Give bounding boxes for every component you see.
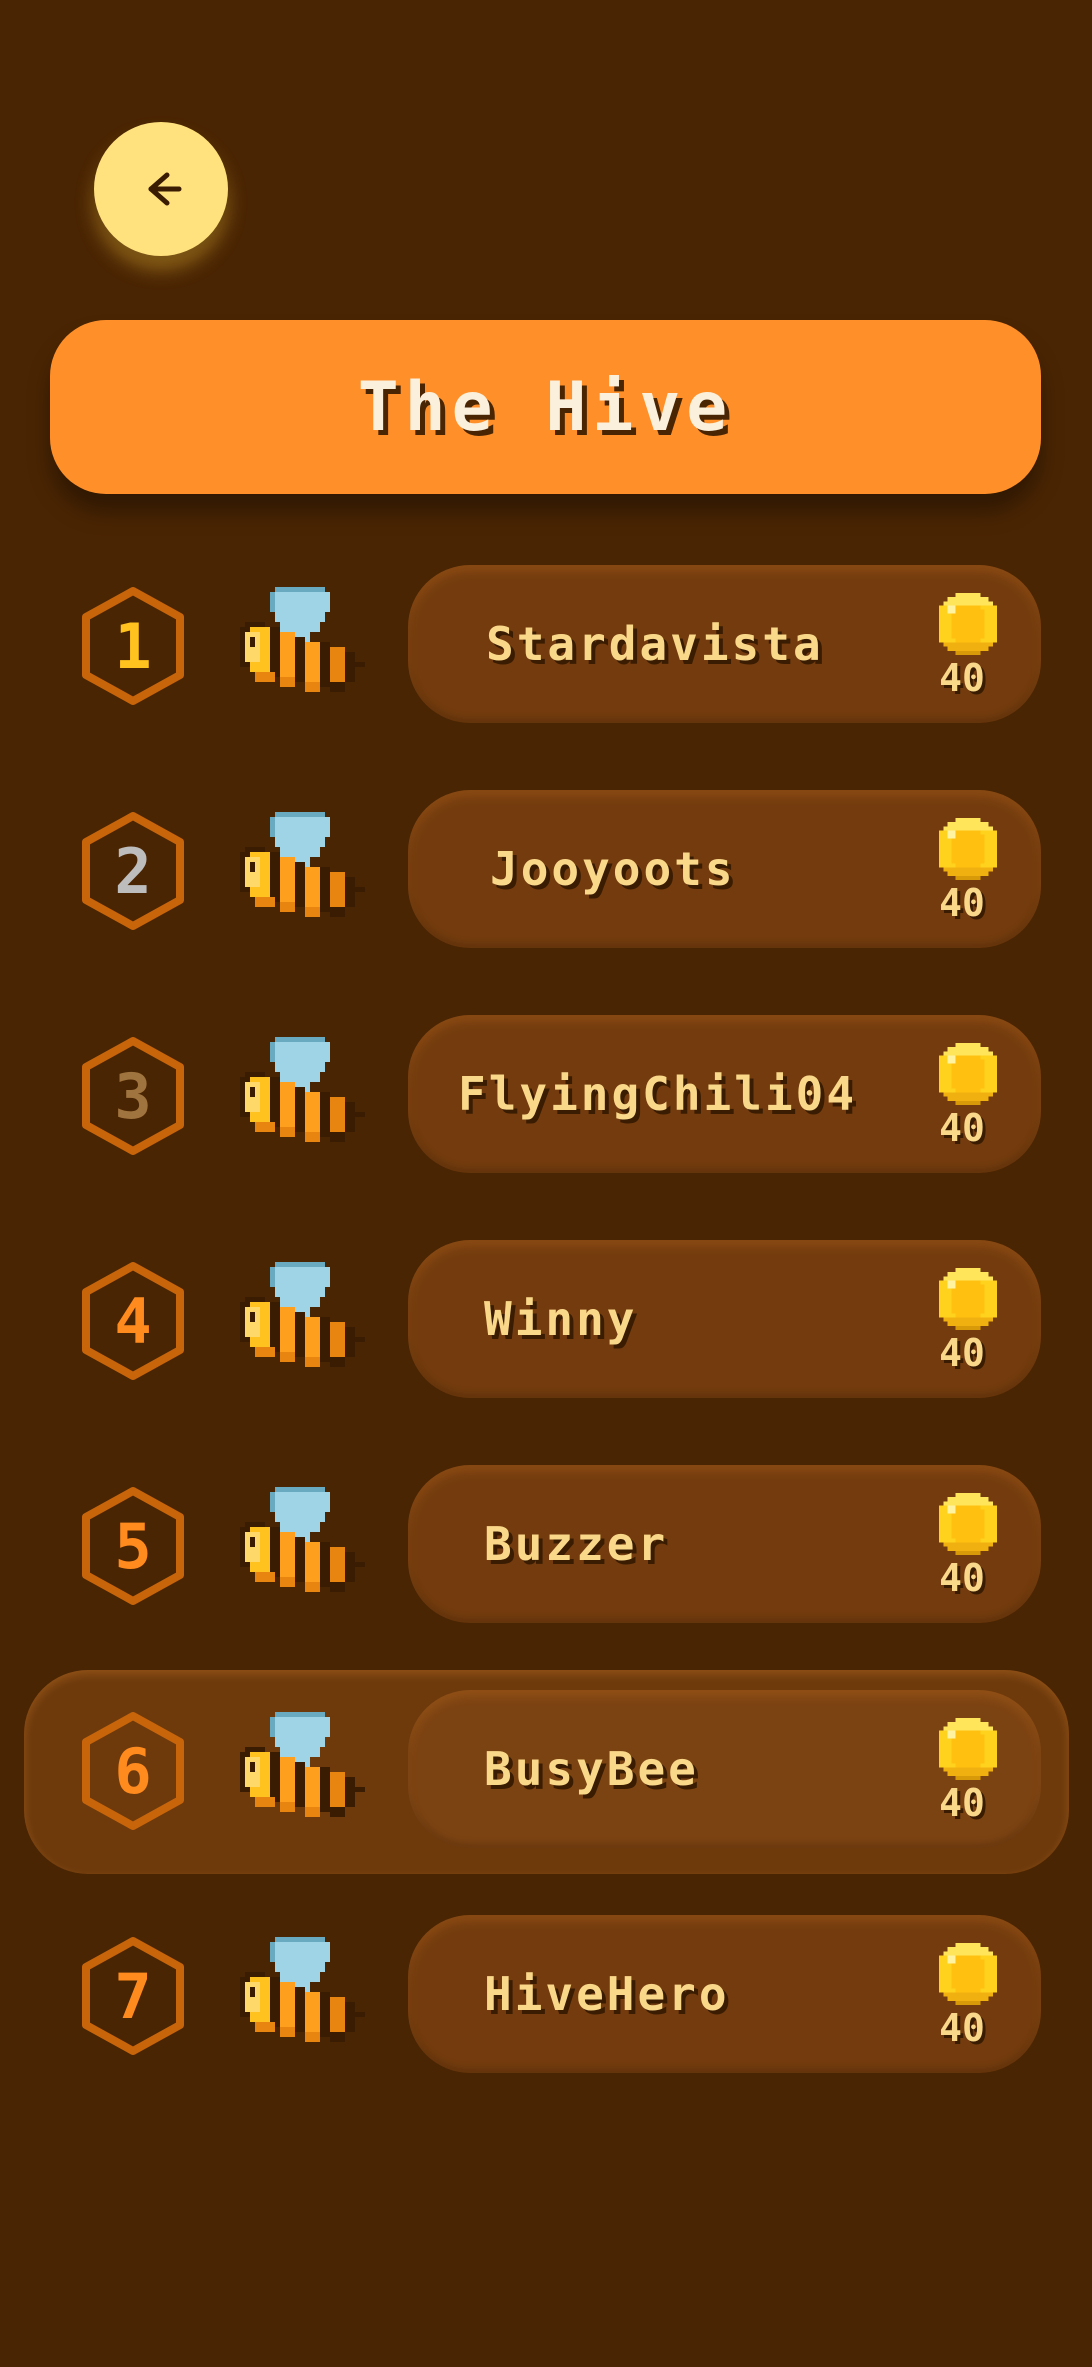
player-card[interactable]: BusyBee 40	[408, 1690, 1041, 1848]
player-avatar	[240, 1487, 390, 1607]
coin-icon-wrapper	[935, 1493, 1001, 1555]
leaderboard-row[interactable]: 3 FlyingChili04 40	[0, 1015, 1092, 1173]
player-card[interactable]: Jooyoots 40	[408, 790, 1041, 948]
coin-count: 40	[939, 1556, 985, 1600]
player-card[interactable]: Winny 40	[408, 1240, 1041, 1398]
coin-icon-wrapper	[935, 1268, 1001, 1330]
coin-icon	[939, 1943, 997, 2005]
coin-count: 40	[939, 1331, 985, 1375]
player-name: BusyBee	[484, 1742, 699, 1796]
coin-icon	[939, 818, 997, 880]
coin-icon	[939, 1268, 997, 1330]
bee-icon	[240, 1487, 365, 1592]
player-avatar	[240, 1712, 390, 1832]
player-name: HiveHero	[484, 1967, 730, 2021]
player-name: Jooyoots	[490, 842, 736, 896]
bee-icon	[240, 1937, 365, 2042]
bee-icon	[240, 812, 365, 917]
player-card[interactable]: FlyingChili04 40	[408, 1015, 1041, 1173]
rank-badge: 6	[76, 1710, 190, 1832]
rank-number: 6	[114, 1734, 152, 1808]
rank-badge: 3	[76, 1035, 190, 1157]
coin-count: 40	[939, 2006, 985, 2050]
player-name: FlyingChili04	[458, 1067, 858, 1121]
page-title: The Hive	[357, 367, 734, 447]
coin-icon	[939, 593, 997, 655]
coin-icon	[939, 1493, 997, 1555]
bee-icon	[240, 1262, 365, 1367]
player-avatar	[240, 812, 390, 932]
leaderboard-row[interactable]: 4 Winny 40	[0, 1240, 1092, 1398]
coin-count: 40	[939, 656, 985, 700]
leaderboard-row[interactable]: 1 Stardavista 40	[0, 565, 1092, 723]
leaderboard-row[interactable]: 2 Jooyoots 40	[0, 790, 1092, 948]
player-card[interactable]: HiveHero 40	[408, 1915, 1041, 2073]
coin-icon-wrapper	[935, 818, 1001, 880]
rank-number: 4	[114, 1284, 152, 1358]
coin-count: 40	[939, 881, 985, 925]
coin-icon	[939, 1043, 997, 1105]
coin-icon-wrapper	[935, 1718, 1001, 1780]
rank-number: 3	[114, 1059, 152, 1133]
back-button[interactable]	[94, 122, 228, 256]
player-card[interactable]: Stardavista 40	[408, 565, 1041, 723]
coin-count: 40	[939, 1781, 985, 1825]
player-name: Stardavista	[486, 617, 824, 671]
rank-badge: 4	[76, 1260, 190, 1382]
leaderboard-row[interactable]: 6 BusyBee 40	[0, 1690, 1092, 1848]
player-name: Winny	[484, 1292, 638, 1346]
leaderboard-row[interactable]: 7 HiveHero 40	[0, 1915, 1092, 2073]
rank-badge: 1	[76, 585, 190, 707]
coin-icon-wrapper	[935, 1043, 1001, 1105]
bee-icon	[240, 587, 365, 692]
player-name: Buzzer	[484, 1517, 669, 1571]
coin-icon-wrapper	[935, 593, 1001, 655]
bee-icon	[240, 1037, 365, 1142]
rank-number: 1	[114, 609, 152, 683]
coin-icon-wrapper	[935, 1943, 1001, 2005]
bee-icon	[240, 1712, 365, 1817]
player-card[interactable]: Buzzer 40	[408, 1465, 1041, 1623]
player-avatar	[240, 1937, 390, 2057]
rank-number: 7	[114, 1959, 152, 2033]
coin-icon	[939, 1718, 997, 1780]
title-banner: The Hive	[50, 320, 1041, 494]
rank-badge: 2	[76, 810, 190, 932]
player-avatar	[240, 587, 390, 707]
rank-badge: 7	[76, 1935, 190, 2057]
rank-number: 2	[114, 834, 152, 908]
coin-count: 40	[939, 1106, 985, 1150]
player-avatar	[240, 1262, 390, 1382]
player-avatar	[240, 1037, 390, 1157]
leaderboard-row[interactable]: 5 Buzzer 40	[0, 1465, 1092, 1623]
rank-number: 5	[114, 1509, 152, 1583]
arrow-left-icon	[148, 172, 182, 206]
rank-badge: 5	[76, 1485, 190, 1607]
